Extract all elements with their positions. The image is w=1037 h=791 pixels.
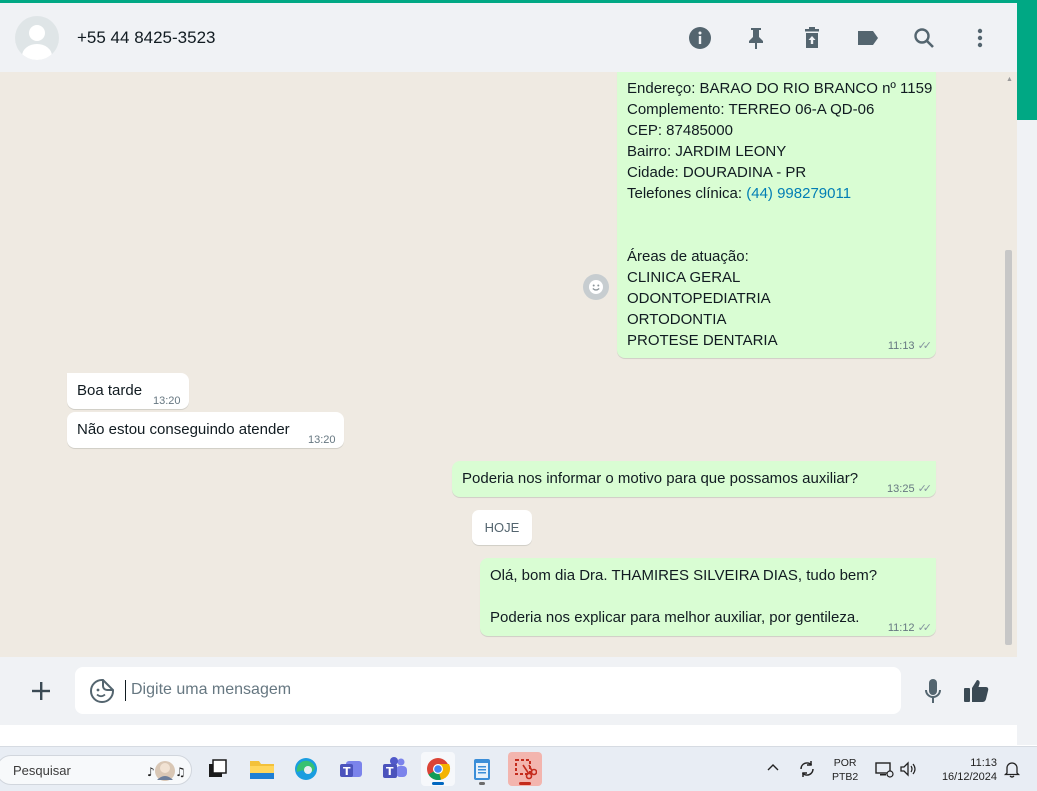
message-text: Poderia nos informar o motivo para que p… (462, 470, 859, 487)
message-meta: 13:25 ✓✓ (887, 479, 933, 500)
message-time: 13:20 (308, 434, 336, 446)
info-icon[interactable] (683, 21, 717, 55)
taskbar-task-view-icon[interactable] (200, 752, 234, 786)
taskbar-search-label: Pesquisar (13, 763, 71, 778)
microphone-icon[interactable] (918, 675, 948, 707)
react-emoji-icon[interactable] (583, 274, 609, 300)
active-indicator (432, 782, 444, 785)
area-item: PROTESE DENTARIA (627, 332, 778, 349)
keyboard-layout: PTB2 (832, 771, 859, 783)
message-line: CEP: 87485000 (627, 122, 733, 139)
message-input[interactable]: Digite uma mensagem (75, 667, 901, 714)
area-item: ORTODONTIA (627, 311, 727, 328)
svg-text:♪: ♪ (147, 765, 155, 779)
input-language[interactable]: POR PTB2 (832, 756, 858, 784)
contact-name[interactable]: +55 44 8425-3523 (77, 28, 216, 48)
message-text: Não estou conseguindo atender (77, 421, 290, 438)
message-list[interactable]: Endereço: BARAO DO RIO BRANCO nº 1159 Co… (0, 72, 1017, 657)
tray-sync-icon[interactable] (797, 759, 817, 779)
message-outgoing[interactable]: Endereço: BARAO DO RIO BRANCO nº 1159 Co… (617, 72, 936, 358)
search-icon[interactable] (907, 21, 941, 55)
notifications-icon[interactable] (1002, 759, 1022, 779)
pin-icon[interactable] (739, 21, 773, 55)
chat-header: +55 44 8425-3523 (0, 3, 1017, 72)
svg-text:T: T (343, 765, 351, 778)
whatsapp-window: +55 44 8425-3523 Endereço: BARAO DO RIO … (0, 0, 1017, 745)
message-text: Poderia nos explicar para melhor auxilia… (490, 609, 860, 626)
scroll-up-arrow-icon[interactable]: ▲ (1006, 76, 1013, 83)
thumbs-up-icon[interactable] (960, 675, 992, 707)
tray-chevron-up-icon[interactable] (767, 761, 779, 775)
active-indicator (519, 782, 531, 785)
window-edge (1017, 0, 1037, 120)
message-time: 13:20 (153, 395, 181, 407)
message-text: Olá, bom dia Dra. THAMIRES SILVEIRA DIAS… (490, 567, 878, 584)
message-time: 11:12 (887, 622, 915, 634)
running-indicator (479, 782, 485, 785)
message-line: Endereço: BARAO DO RIO BRANCO nº 1159 (627, 80, 933, 97)
taskbar-teams-icon[interactable]: T (378, 752, 412, 786)
date-divider: HOJE (472, 510, 532, 545)
taskbar-edge-icon[interactable] (289, 752, 323, 786)
sticker-icon[interactable] (89, 678, 115, 704)
message-line: Cidade: DOURADINA - PR (627, 164, 807, 181)
area-item: ODONTOPEDIATRIA (627, 290, 771, 307)
message-time: 11:13 (887, 340, 915, 352)
menu-icon[interactable] (963, 21, 997, 55)
text-caret (125, 680, 126, 701)
taskbar-notepad-icon[interactable] (465, 752, 499, 786)
taskbar-chrome-icon[interactable] (421, 752, 455, 786)
message-incoming[interactable]: Não estou conseguindo atender 13:20 (67, 412, 344, 448)
areas-title: Áreas de atuação: (627, 248, 749, 265)
message-meta: 11:13 ✓✓ (887, 336, 933, 357)
window-bottom-gap (0, 725, 1017, 745)
svg-text:T: T (386, 765, 394, 778)
taskbar-teams-classic-icon[interactable]: T (334, 752, 368, 786)
message-placeholder: Digite uma mensagem (131, 681, 292, 698)
tray-network-icon[interactable] (874, 759, 894, 779)
message-time: 13:25 (887, 483, 915, 495)
window-edge-strip (1017, 120, 1037, 745)
message-outgoing[interactable]: Olá, bom dia Dra. THAMIRES SILVEIRA DIAS… (480, 558, 936, 636)
phone-label: Telefones clínica: (627, 185, 747, 202)
composer: Digite uma mensagem (0, 657, 1017, 725)
header-actions (683, 3, 997, 72)
taskbar-search[interactable]: Pesquisar ♪ ♫ (0, 755, 192, 785)
message-incoming[interactable]: Boa tarde 13:20 (67, 373, 189, 409)
attach-plus-icon[interactable] (25, 675, 57, 707)
read-ticks-icon: ✓✓ (917, 622, 933, 634)
search-highlight-icon: ♪ ♫ (145, 758, 186, 784)
phone-link[interactable]: (44) 998279011 (746, 185, 851, 202)
label-icon[interactable] (851, 21, 885, 55)
message-line: Bairro: JARDIM LEONY (627, 143, 787, 160)
message-text: Boa tarde (77, 382, 143, 399)
read-ticks-icon: ✓✓ (917, 483, 933, 495)
read-ticks-icon: ✓✓ (917, 340, 933, 352)
tray-volume-icon[interactable] (898, 759, 918, 779)
taskbar-file-explorer-icon[interactable] (245, 752, 279, 786)
language-code: POR (833, 757, 857, 769)
svg-text:♫: ♫ (175, 765, 185, 779)
delete-icon[interactable] (795, 21, 829, 55)
area-item: CLINICA GERAL (627, 269, 741, 286)
taskbar-clock[interactable]: 11:13 16/12/2024 (929, 756, 997, 784)
message-meta: 11:12 ✓✓ (887, 618, 933, 639)
clock-date: 16/12/2024 (941, 771, 997, 783)
scrollbar-thumb[interactable] (1005, 250, 1012, 645)
taskbar: Pesquisar ♪ ♫ T T POR PTB2 11:13 16/12/2… (0, 746, 1037, 791)
clock-time: 11:13 (970, 757, 997, 769)
message-outgoing[interactable]: Poderia nos informar o motivo para que p… (452, 461, 936, 497)
message-line: Complemento: TERREO 06-A QD-06 (627, 101, 875, 118)
avatar[interactable] (15, 15, 59, 60)
taskbar-snipping-tool-icon[interactable] (508, 752, 542, 786)
